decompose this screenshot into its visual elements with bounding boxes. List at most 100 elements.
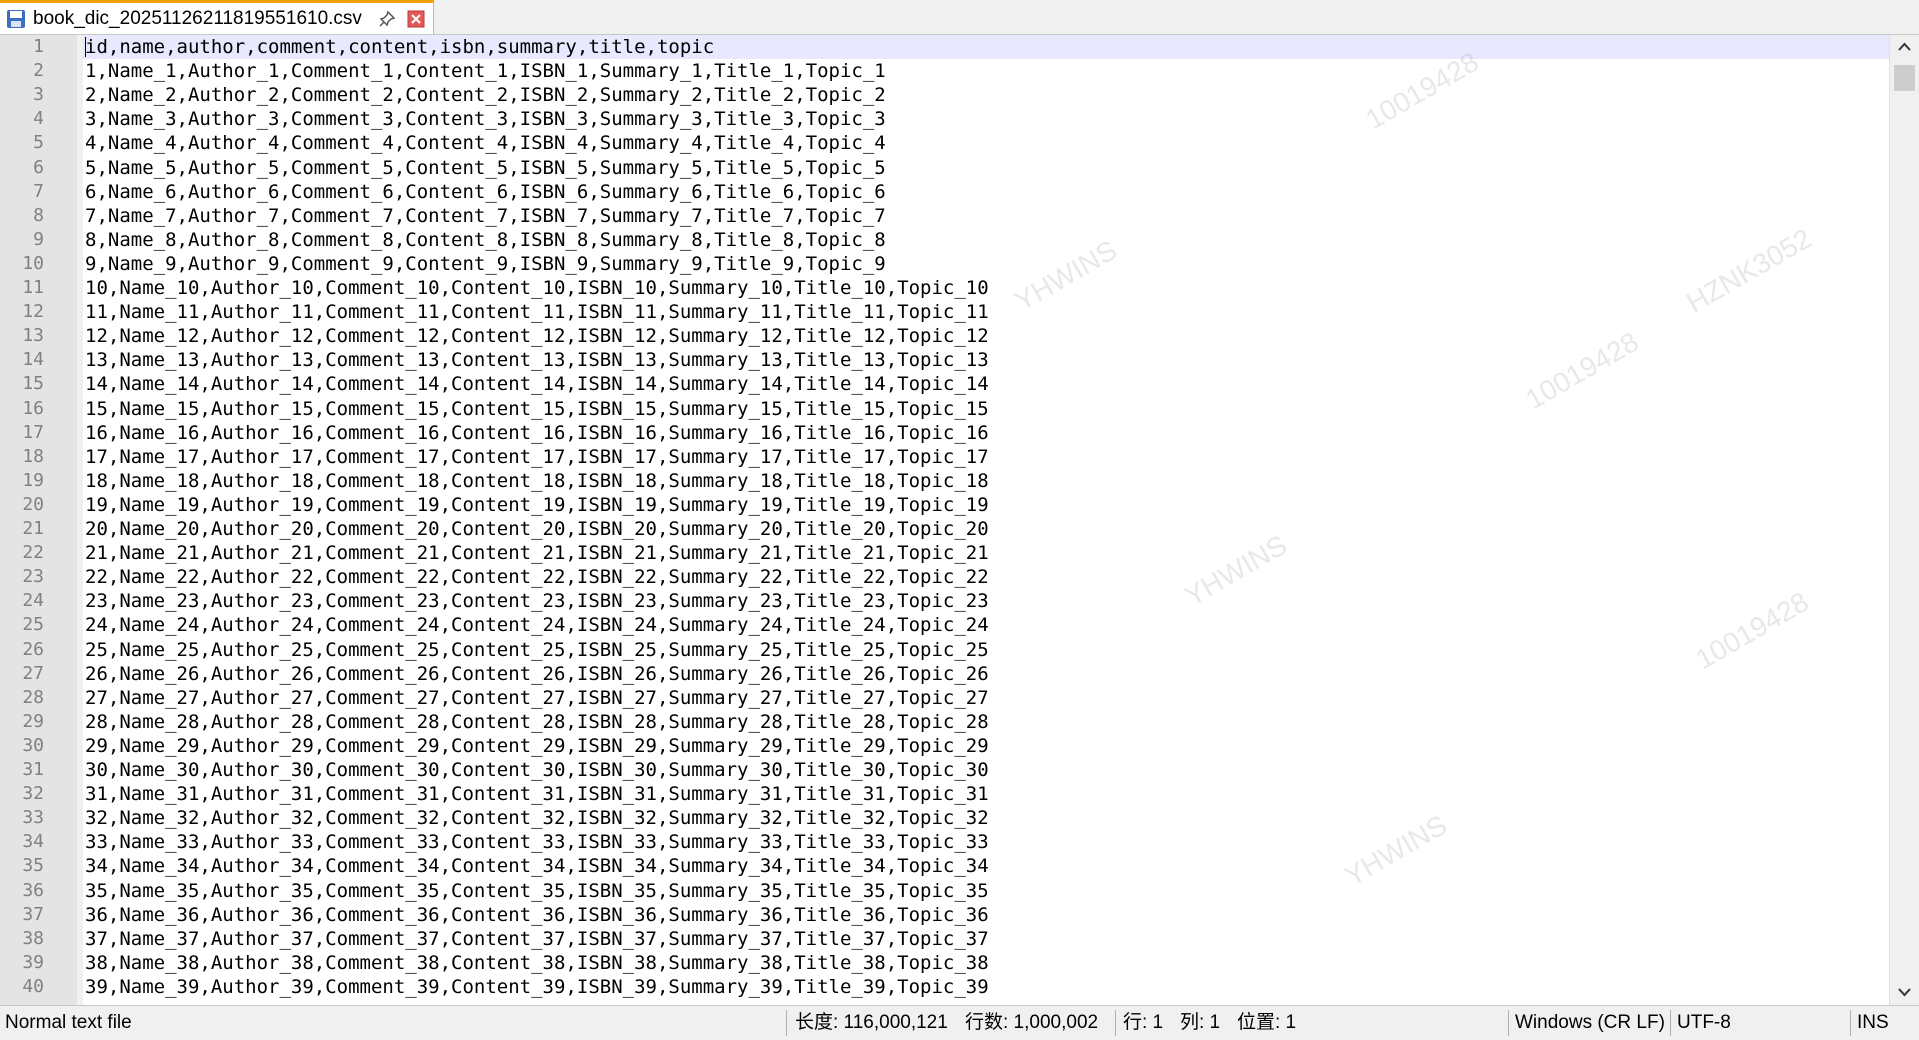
line-number: 24 (22, 590, 44, 611)
status-divider (1508, 1010, 1509, 1036)
line-number: 7 (33, 181, 44, 202)
status-row: 行: 1 (1123, 1012, 1164, 1033)
csv-data-line[interactable]: 4,Name_4,Author_4,Comment_4,Content_4,IS… (85, 131, 886, 155)
csv-data-line[interactable]: 14,Name_14,Author_14,Comment_14,Content_… (85, 372, 989, 396)
vertical-scrollbar[interactable] (1889, 35, 1919, 1005)
csv-data-line[interactable]: 25,Name_25,Author_25,Comment_25,Content_… (85, 638, 989, 662)
line-number: 3 (33, 84, 44, 105)
csv-data-line[interactable]: 8,Name_8,Author_8,Comment_8,Content_8,IS… (85, 228, 886, 252)
csv-data-line[interactable]: 15,Name_15,Author_15,Comment_15,Content_… (85, 397, 989, 421)
csv-data-line[interactable]: 18,Name_18,Author_18,Comment_18,Content_… (85, 469, 989, 493)
close-icon[interactable] (407, 10, 425, 28)
csv-data-line[interactable]: 5,Name_5,Author_5,Comment_5,Content_5,IS… (85, 156, 886, 180)
fold-margin (77, 35, 83, 1005)
status-eol[interactable]: Windows (CR LF) (1510, 1006, 1665, 1040)
text-caret (85, 37, 86, 57)
csv-data-line[interactable]: 31,Name_31,Author_31,Comment_31,Content_… (85, 782, 989, 806)
status-encoding[interactable]: UTF-8 (1672, 1006, 1731, 1040)
csv-data-line[interactable]: 22,Name_22,Author_22,Comment_22,Content_… (85, 565, 989, 589)
status-divider (1850, 1010, 1851, 1036)
line-number: 4 (33, 108, 44, 129)
status-divider (1115, 1010, 1116, 1036)
line-number: 39 (22, 952, 44, 973)
scroll-thumb[interactable] (1894, 65, 1915, 91)
line-number: 10 (22, 253, 44, 274)
csv-data-line[interactable]: 19,Name_19,Author_19,Comment_19,Content_… (85, 493, 989, 517)
csv-data-line[interactable]: 29,Name_29,Author_29,Comment_29,Content_… (85, 734, 989, 758)
line-number: 22 (22, 542, 44, 563)
csv-data-line[interactable]: 12,Name_12,Author_12,Comment_12,Content_… (85, 324, 989, 348)
csv-data-line[interactable]: 34,Name_34,Author_34,Comment_34,Content_… (85, 854, 989, 878)
chevron-up-icon[interactable] (1890, 35, 1919, 61)
line-number: 19 (22, 470, 44, 491)
csv-data-line[interactable]: 3,Name_3,Author_3,Comment_3,Content_3,IS… (85, 107, 886, 131)
line-number: 26 (22, 639, 44, 660)
line-number: 9 (33, 229, 44, 250)
line-number: 13 (22, 325, 44, 346)
csv-data-line[interactable]: 21,Name_21,Author_21,Comment_21,Content_… (85, 541, 989, 565)
line-number: 1 (33, 36, 44, 57)
csv-data-line[interactable]: 28,Name_28,Author_28,Comment_28,Content_… (85, 710, 989, 734)
csv-data-line[interactable]: 10,Name_10,Author_10,Comment_10,Content_… (85, 276, 989, 300)
line-number: 12 (22, 301, 44, 322)
csv-data-line[interactable]: 6,Name_6,Author_6,Comment_6,Content_6,IS… (85, 180, 886, 204)
status-column: 列: 1 (1180, 1012, 1221, 1033)
csv-data-line[interactable]: 37,Name_37,Author_37,Comment_37,Content_… (85, 927, 989, 951)
csv-data-line[interactable]: 30,Name_30,Author_30,Comment_30,Content_… (85, 758, 989, 782)
line-number: 36 (22, 880, 44, 901)
save-disk-icon (7, 10, 25, 28)
line-number: 34 (22, 831, 44, 852)
tab-bar: book_dic_20251126211819551610.csv (0, 0, 1919, 35)
file-tab[interactable]: book_dic_20251126211819551610.csv (0, 0, 434, 34)
csv-data-line[interactable]: 32,Name_32,Author_32,Comment_32,Content_… (85, 806, 989, 830)
watermark-text: 10019428 (1360, 45, 1484, 136)
csv-data-line[interactable]: 1,Name_1,Author_1,Comment_1,Content_1,IS… (85, 59, 886, 83)
csv-data-line[interactable]: 2,Name_2,Author_2,Comment_2,Content_2,IS… (85, 83, 886, 107)
status-insert-mode[interactable]: INS (1852, 1006, 1889, 1040)
status-length: 长度: 116,000,121 (795, 1012, 948, 1033)
line-number: 14 (22, 349, 44, 370)
line-number: 28 (22, 687, 44, 708)
watermark-text: YHWINS (1179, 529, 1292, 612)
csv-data-line[interactable]: 16,Name_16,Author_16,Comment_16,Content_… (85, 421, 989, 445)
chevron-down-icon[interactable] (1890, 979, 1919, 1005)
line-number: 35 (22, 855, 44, 876)
csv-data-line[interactable]: 17,Name_17,Author_17,Comment_17,Content_… (85, 445, 989, 469)
watermark-text: YHWINS (1009, 234, 1122, 317)
line-number: 11 (22, 277, 44, 298)
tab-filename: book_dic_20251126211819551610.csv (33, 8, 362, 29)
status-position: 位置: 1 (1237, 1012, 1297, 1033)
csv-data-line[interactable]: 11,Name_11,Author_11,Comment_11,Content_… (85, 300, 989, 324)
csv-data-line[interactable]: 23,Name_23,Author_23,Comment_23,Content_… (85, 589, 989, 613)
csv-data-line[interactable]: 39,Name_39,Author_39,Comment_39,Content_… (85, 975, 989, 999)
csv-data-line[interactable]: 20,Name_20,Author_20,Comment_20,Content_… (85, 517, 989, 541)
line-number: 33 (22, 807, 44, 828)
status-file-type: Normal text file (5, 1012, 132, 1033)
line-number: 32 (22, 783, 44, 804)
status-divider (786, 1010, 787, 1036)
csv-data-line[interactable]: 27,Name_27,Author_27,Comment_27,Content_… (85, 686, 989, 710)
pin-icon[interactable] (378, 10, 396, 28)
line-number: 30 (22, 735, 44, 756)
csv-data-line[interactable]: 26,Name_26,Author_26,Comment_26,Content_… (85, 662, 989, 686)
watermark-text: 10019428 (1690, 585, 1814, 676)
line-number: 23 (22, 566, 44, 587)
csv-data-line[interactable]: 33,Name_33,Author_33,Comment_33,Content_… (85, 830, 989, 854)
csv-data-line[interactable]: 7,Name_7,Author_7,Comment_7,Content_7,IS… (85, 204, 886, 228)
csv-data-line[interactable]: 9,Name_9,Author_9,Comment_9,Content_9,IS… (85, 252, 886, 276)
watermark-text: HZNK3052 (1681, 222, 1817, 319)
editor-area[interactable]: 1 2 3 4 5 6 7 8 9 10 11 12 13 14 15 16 17 18 19 20 21 22 23 24 2… (0, 35, 1919, 1005)
line-number: 2 (33, 60, 44, 81)
status-line-count: 行数: 1,000,002 (965, 1012, 1099, 1033)
line-number: 17 (22, 422, 44, 443)
status-divider (1670, 1010, 1671, 1036)
csv-data-line[interactable]: 24,Name_24,Author_24,Comment_24,Content_… (85, 613, 989, 637)
watermark-text: 10019428 (1520, 325, 1644, 416)
csv-header-line[interactable]: id,name,author,comment,content,isbn,summ… (85, 35, 714, 59)
csv-data-line[interactable]: 38,Name_38,Author_38,Comment_38,Content_… (85, 951, 989, 975)
csv-data-line[interactable]: 35,Name_35,Author_35,Comment_35,Content_… (85, 879, 989, 903)
csv-data-line[interactable]: 13,Name_13,Author_13,Comment_13,Content_… (85, 348, 989, 372)
line-number-gutter: 1 2 3 4 5 6 7 8 9 10 11 12 13 14 15 16 17 18 19 20 21 22 23 24 2… (0, 35, 77, 1005)
line-number: 29 (22, 711, 44, 732)
csv-data-line[interactable]: 36,Name_36,Author_36,Comment_36,Content_… (85, 903, 989, 927)
